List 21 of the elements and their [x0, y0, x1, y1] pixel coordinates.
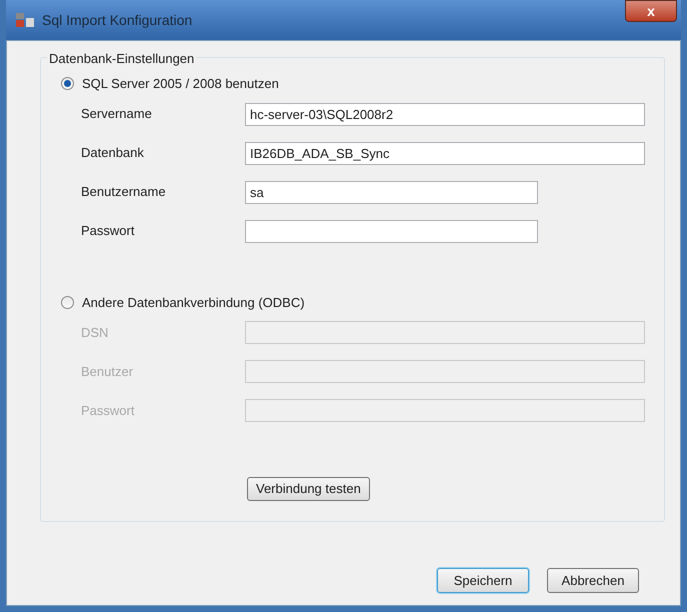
text-field[interactable]: IB26DB_ADA_SB_Sync: [245, 142, 645, 164]
field-label: Passwort: [81, 222, 136, 240]
close-button[interactable]: x: [625, 0, 677, 22]
field-label: Servername: [81, 105, 153, 124]
window-title: Sql Import Konfiguration: [42, 10, 192, 30]
dialog-button[interactable]: Abbrechen: [547, 568, 639, 593]
text-field[interactable]: [245, 220, 538, 242]
radio-label[interactable]: SQL Server 2005 / 2008 benutzen: [82, 74, 279, 94]
radio-button[interactable]: [61, 296, 74, 309]
app-icon: [16, 13, 34, 27]
field-label: Benutzer: [81, 362, 134, 381]
field-label: Passwort: [81, 402, 136, 420]
radio-button[interactable]: [61, 77, 74, 90]
radio-label[interactable]: Andere Datenbankverbindung (ODBC): [82, 292, 305, 312]
field-label: Benutzername: [81, 183, 167, 202]
field-label: Datenbank: [81, 144, 145, 162]
dialog-button[interactable]: Speichern: [437, 568, 529, 593]
text-field[interactable]: sa: [245, 180, 538, 204]
test-connection-button[interactable]: Verbindung testen: [247, 476, 370, 501]
text-field[interactable]: hc-server-03\SQL2008r2: [245, 102, 645, 126]
field-label: DSN: [81, 324, 110, 342]
